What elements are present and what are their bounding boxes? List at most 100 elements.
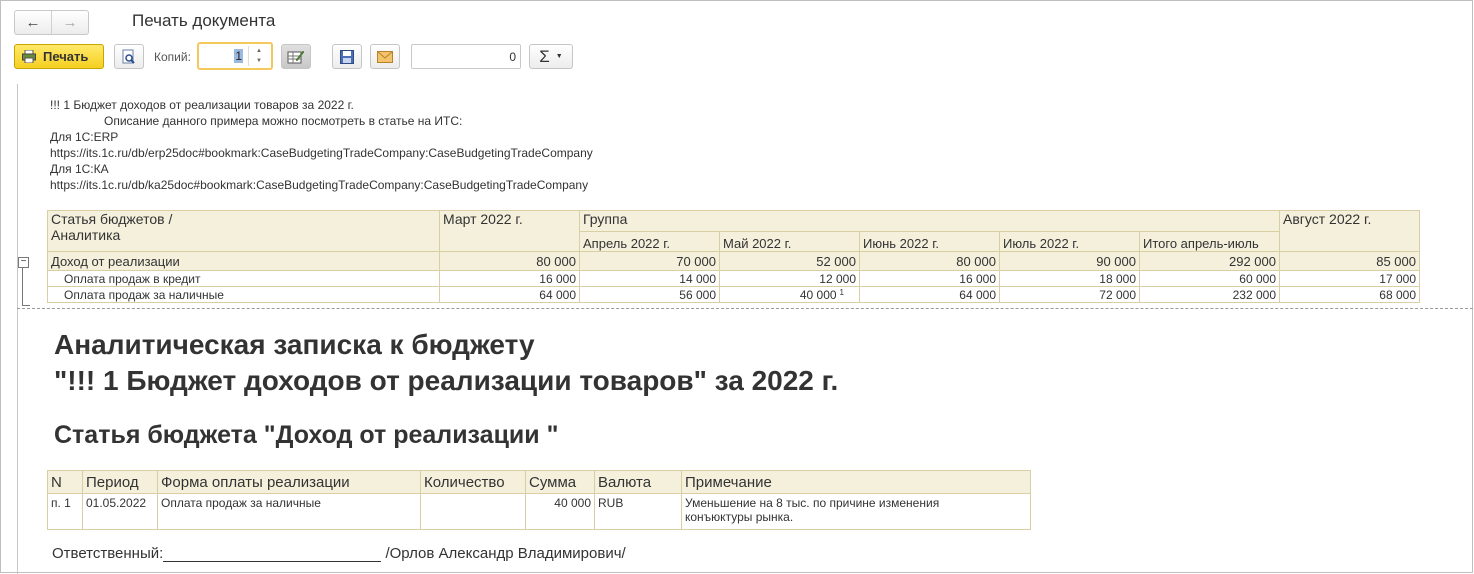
- note-remark: Уменьшение на 8 тыс. по причине изменени…: [681, 493, 1031, 530]
- cell-value: 64 000: [439, 286, 580, 303]
- cell-value: 14 000: [579, 270, 720, 287]
- note-header-sum: Сумма: [525, 470, 595, 494]
- note-period: 01.05.2022: [82, 493, 158, 530]
- table-row: Доход от реализации 80 000 70 000 52 000…: [47, 251, 1420, 271]
- note-header-n: N: [47, 470, 83, 494]
- collapse-group-icon[interactable]: −: [18, 257, 29, 268]
- table-row: Оплата продаж в кредит 16 000 14 000 12 …: [47, 270, 1420, 287]
- col-june-header: Июнь 2022 г.: [859, 231, 1000, 252]
- magnifier-page-icon: [122, 49, 135, 64]
- col-april-header: Апрель 2022 г.: [579, 231, 720, 252]
- copies-input[interactable]: 1 ▲ ▼: [197, 42, 273, 70]
- cell-value: 68 000: [1279, 286, 1420, 303]
- note-header-currency: Валюта: [594, 470, 682, 494]
- cell-value: 60 000: [1139, 270, 1280, 287]
- note-header-form: Форма оплаты реализации: [157, 470, 421, 494]
- envelope-icon: [377, 50, 393, 63]
- cell-value: 40 000: [799, 287, 837, 302]
- send-email-button[interactable]: [370, 44, 400, 69]
- note-header-note: Примечание: [681, 470, 1031, 494]
- cell-value: 72 000: [999, 286, 1140, 303]
- cell-value: 292 000: [1139, 251, 1280, 271]
- left-margin-line: [17, 84, 18, 574]
- navigation-buttons: ← →: [14, 10, 89, 35]
- cell-value: 56 000: [579, 286, 720, 303]
- corner-line1: Статья бюджетов /: [51, 211, 173, 227]
- note-n: п. 1: [47, 493, 83, 530]
- signature-name: /Орлов Александр Владимирович/: [385, 545, 626, 562]
- note-marker: 1: [839, 287, 844, 297]
- note-remark-line1: Уменьшение на 8 тыс. по причине изменени…: [685, 496, 940, 510]
- report-header-line: Для 1С:КА: [50, 162, 109, 176]
- report-header-line: Для 1С:ERP: [50, 130, 119, 144]
- page-break-line: [17, 308, 1473, 309]
- note-sum: 40 000: [525, 493, 595, 530]
- copies-label: Копий:: [154, 50, 191, 64]
- sum-label: Σ: [539, 46, 550, 66]
- spin-up-icon[interactable]: ▲: [256, 48, 262, 54]
- signature-label: Ответственный:: [52, 545, 164, 562]
- row-name: Оплата продаж за наличные: [47, 286, 440, 303]
- signature-line: [163, 546, 382, 562]
- cell-value: 70 000: [579, 251, 720, 271]
- print-window: ← → Печать документа Печать Копий: 1 ▲ ▼…: [0, 0, 1473, 574]
- copies-value: 1: [234, 49, 243, 63]
- corner-line2: Аналитика: [51, 227, 121, 243]
- cell-value: 12 000: [719, 270, 860, 287]
- cell-value: 16 000: [859, 270, 1000, 287]
- table-row: п. 1 01.05.2022 Оплата продаж за наличны…: [47, 493, 1031, 530]
- note-remark-line2: конъюктуры рынка.: [685, 510, 794, 524]
- cell-value: 232 000: [1139, 286, 1280, 303]
- note-qty: [420, 493, 526, 530]
- col-july-header: Июль 2022 г.: [999, 231, 1140, 252]
- report-title-line2: "!!! 1 Бюджет доходов от реализации това…: [54, 365, 839, 396]
- group-header: Группа: [579, 210, 1280, 232]
- report-header-line: Описание данного примера можно посмотрет…: [104, 114, 463, 128]
- section-title: Статья бюджета "Доход от реализации ": [54, 421, 559, 449]
- group-tree-line: [22, 267, 23, 306]
- edit-toggle-button[interactable]: [281, 44, 311, 69]
- report-title-line1: Аналитическая записка к бюджету: [54, 329, 535, 360]
- sum-dropdown-button[interactable]: Σ ▼: [529, 44, 573, 69]
- row-name: Доход от реализации: [47, 251, 440, 271]
- cell-value: 64 000: [859, 286, 1000, 303]
- chevron-down-icon: ▼: [555, 53, 563, 60]
- cell-value: 85 000: [1279, 251, 1420, 271]
- floppy-disk-icon: [340, 49, 354, 64]
- save-button[interactable]: [332, 44, 362, 69]
- col-march-header: Март 2022 г.: [439, 210, 580, 252]
- window-title: Печать документа: [132, 11, 276, 30]
- budget-table: Статья бюджетов / Аналитика Март 2022 г.…: [47, 210, 1420, 303]
- cell-value: 17 000: [1279, 270, 1420, 287]
- print-button[interactable]: Печать: [14, 44, 104, 69]
- group-tree-line-end: [22, 305, 30, 306]
- copies-spinner[interactable]: ▲ ▼: [248, 46, 269, 66]
- forward-arrow-icon[interactable]: →: [51, 11, 88, 34]
- cell-value: 80 000: [859, 251, 1000, 271]
- report-header-link[interactable]: https://its.1c.ru/db/ka25doc#bookmark:Ca…: [50, 178, 588, 192]
- report-header-link[interactable]: https://its.1c.ru/db/erp25doc#bookmark:C…: [50, 146, 593, 160]
- cell-value: 90 000: [999, 251, 1140, 271]
- note-currency: RUB: [594, 493, 682, 530]
- preview-button[interactable]: [114, 44, 144, 69]
- back-arrow-icon[interactable]: ←: [15, 11, 51, 34]
- note-header-period: Период: [82, 470, 158, 494]
- note-form: Оплата продаж за наличные: [157, 493, 421, 530]
- cell-value: 18 000: [999, 270, 1140, 287]
- cell-value: 80 000: [439, 251, 580, 271]
- spin-down-icon[interactable]: ▼: [256, 58, 262, 64]
- cell-value: 16 000: [439, 270, 580, 287]
- row-name: Оплата продаж в кредит: [47, 270, 440, 287]
- col-may-header: Май 2022 г.: [719, 231, 860, 252]
- signature-block: Ответственный: /Орлов Александр Владимир…: [52, 545, 626, 562]
- budget-corner-header: Статья бюджетов / Аналитика: [47, 210, 440, 252]
- sum-value-field[interactable]: 0: [411, 44, 521, 69]
- report-header-line: !!! 1 Бюджет доходов от реализации товар…: [50, 98, 354, 112]
- print-button-label: Печать: [43, 49, 89, 64]
- cell-value-with-note[interactable]: 40 000 1: [719, 286, 860, 303]
- table-row: Оплата продаж за наличные 64 000 56 000 …: [47, 286, 1420, 303]
- col-august-header: Август 2022 г.: [1279, 210, 1420, 252]
- cell-value: 52 000: [719, 251, 860, 271]
- edit-table-icon: [287, 50, 305, 63]
- analytic-note-table: N Период Форма оплаты реализации Количес…: [47, 470, 1031, 530]
